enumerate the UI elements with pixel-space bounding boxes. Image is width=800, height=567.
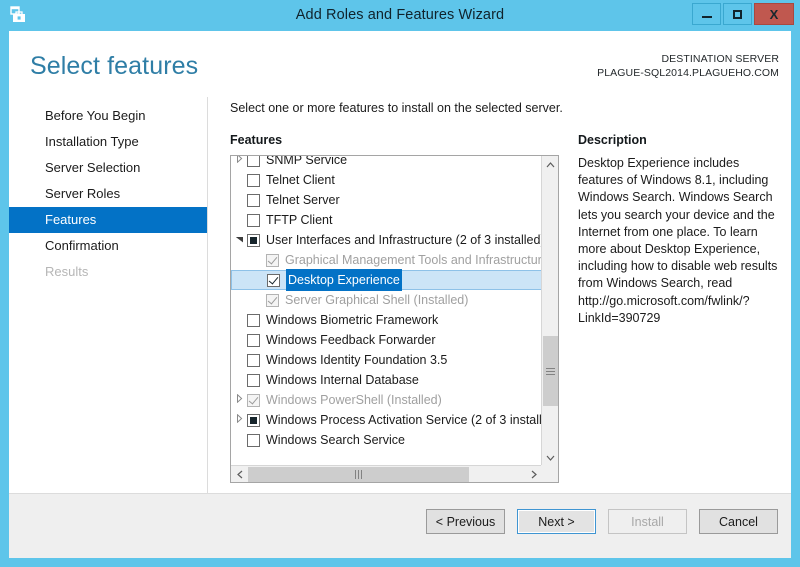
chevron-right-icon[interactable] [525, 466, 542, 482]
close-button[interactable]: X [754, 3, 794, 25]
instruction-text: Select one or more features to install o… [230, 101, 563, 115]
sidebar-item-installation-type[interactable]: Installation Type [9, 129, 207, 155]
sidebar-item-confirmation[interactable]: Confirmation [9, 233, 207, 259]
checkbox-checked-disabled-icon [247, 393, 260, 407]
tree-row-label: TFTP Client [266, 213, 333, 227]
cancel-button[interactable]: Cancel [699, 509, 778, 534]
tree-row-label: Server Graphical Shell (Installed) [285, 293, 469, 307]
tree-row-label: User Interfaces and Infrastructure (2 of… [266, 233, 542, 247]
client-area: Select features DESTINATION SERVER PLAGU… [9, 31, 791, 558]
tree-row[interactable]: Windows Feedback Forwarder [231, 330, 542, 350]
tree-row-label: Windows Feedback Forwarder [266, 333, 436, 347]
scroll-grip-icon [546, 367, 555, 375]
tree-row[interactable]: Graphical Management Tools and Infrastru… [231, 250, 542, 270]
tree-row-label: Windows Biometric Framework [266, 313, 439, 327]
destination-server-name: PLAGUE-SQL2014.PLAGUEHO.COM [597, 67, 779, 79]
horizontal-scroll-thumb[interactable] [248, 467, 469, 482]
vertical-scroll-thumb[interactable] [543, 336, 558, 406]
title-bar: Add Roles and Features Wizard X [0, 0, 800, 31]
tree-row[interactable]: SNMP Service [231, 156, 542, 170]
footer-buttons: < Previous Next > Install Cancel [426, 509, 778, 534]
page-header: Select features DESTINATION SERVER PLAGU… [9, 31, 791, 97]
tree-expand-icon[interactable] [231, 390, 247, 410]
tree-row[interactable]: TFTP Client [231, 210, 542, 230]
destination-server-block: DESTINATION SERVER PLAGUE-SQL2014.PLAGUE… [597, 52, 779, 80]
tree-row-label: Telnet Server [266, 193, 340, 207]
tree-row[interactable]: User Interfaces and Infrastructure (2 of… [231, 230, 542, 250]
content-pane: Select one or more features to install o… [209, 97, 791, 493]
footer-bar: < Previous Next > Install Cancel [9, 493, 791, 558]
tree-row-label: SNMP Service [266, 156, 348, 167]
window-title: Add Roles and Features Wizard [295, 7, 505, 23]
tree-row[interactable]: Windows Biometric Framework [231, 310, 542, 330]
tree-row[interactable]: Windows Search Service [231, 430, 542, 450]
checkbox-unchecked-icon[interactable] [247, 193, 260, 207]
tree-row[interactable]: Server Graphical Shell (Installed) [231, 290, 542, 310]
features-tree-horizontal-scrollbar[interactable] [231, 465, 542, 482]
tree-row-label: Windows PowerShell (Installed) [266, 393, 442, 407]
chevron-up-icon[interactable] [542, 156, 558, 173]
tree-row-label: Graphical Management Tools and Infrastru… [285, 253, 542, 267]
chevron-down-icon[interactable] [542, 449, 558, 466]
checkbox-unchecked-icon[interactable] [247, 156, 260, 167]
checkbox-unchecked-icon[interactable] [247, 353, 260, 367]
maximize-button[interactable] [723, 3, 752, 25]
checkbox-checked-icon[interactable] [267, 273, 280, 287]
checkbox-partial-icon[interactable] [247, 233, 260, 247]
tree-collapse-icon[interactable] [231, 230, 247, 250]
destination-server-label: DESTINATION SERVER [661, 53, 779, 65]
description-column-label: Description [578, 133, 647, 147]
tree-row[interactable]: Telnet Server [231, 190, 542, 210]
tree-row-label: Windows Internal Database [266, 373, 419, 387]
window-controls: X [690, 3, 794, 25]
checkbox-unchecked-icon[interactable] [247, 333, 260, 347]
body-area: Before You Begin Installation Type Server … [9, 97, 791, 493]
checkbox-partial-icon[interactable] [247, 413, 260, 427]
sidebar-item-results: Results [45, 264, 89, 279]
sidebar-item-server-selection[interactable]: Server Selection [9, 155, 207, 181]
tree-row[interactable]: Windows Internal Database [231, 370, 542, 390]
tree-row[interactable]: Desktop Experience [231, 269, 542, 291]
description-text: Desktop Experience includes features of … [578, 156, 778, 325]
features-column-label: Features [230, 133, 283, 147]
tree-row[interactable]: Windows Process Activation Service (2 of… [231, 410, 542, 430]
tree-row[interactable]: Telnet Client [231, 170, 542, 190]
checkbox-unchecked-icon[interactable] [247, 213, 260, 227]
wizard-window: Add Roles and Features Wizard X Select f… [0, 0, 800, 567]
chevron-left-icon[interactable] [231, 466, 248, 482]
install-button: Install [608, 509, 687, 534]
close-icon: X [769, 6, 779, 22]
maximize-icon [733, 9, 742, 19]
sidebar-item-features[interactable]: Features [9, 207, 207, 233]
next-button[interactable]: Next > [517, 509, 596, 534]
features-tree-viewport: SNMP Service Telnet Client Telnet Server TF… [231, 156, 542, 466]
previous-button[interactable]: < Previous [426, 509, 505, 534]
features-tree[interactable]: SNMP Service Telnet Client Telnet Server TF… [230, 155, 559, 483]
checkbox-unchecked-icon[interactable] [247, 433, 260, 447]
scroll-grip-icon [355, 470, 362, 479]
features-tree-vertical-scrollbar[interactable] [541, 156, 558, 466]
checkbox-unchecked-icon[interactable] [247, 313, 260, 327]
tree-row-label: Windows Search Service [266, 433, 405, 447]
tree-row-label: Windows Process Activation Service (2 of… [266, 413, 542, 427]
tree-expand-icon[interactable] [231, 156, 247, 170]
minimize-button[interactable] [692, 3, 721, 25]
scrollbar-corner [541, 465, 558, 482]
tree-row[interactable]: Windows PowerShell (Installed) [231, 390, 542, 410]
wizard-nav-sidebar: Before You Begin Installation Type Server … [9, 97, 208, 493]
tree-row-label: Desktop Experience [286, 269, 402, 291]
checkbox-unchecked-icon[interactable] [247, 373, 260, 387]
sidebar-item-server-roles[interactable]: Server Roles [9, 181, 207, 207]
tree-row-label: Telnet Client [266, 173, 335, 187]
minimize-icon [701, 16, 712, 18]
checkbox-unchecked-icon[interactable] [247, 173, 260, 187]
tree-expand-icon[interactable] [231, 410, 247, 430]
tree-row[interactable]: Windows Identity Foundation 3.5 [231, 350, 542, 370]
checkbox-checked-disabled-icon [266, 253, 279, 267]
sidebar-item-before-you-begin[interactable]: Before You Begin [9, 103, 207, 129]
checkbox-checked-disabled-icon [266, 293, 279, 307]
page-title: Select features [30, 52, 199, 80]
server-manager-icon [9, 5, 29, 25]
tree-row-label: Windows Identity Foundation 3.5 [266, 353, 448, 367]
